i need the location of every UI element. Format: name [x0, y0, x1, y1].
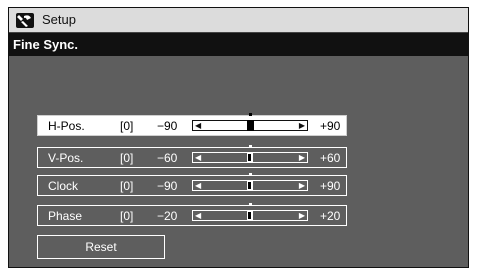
- row-label: Clock: [48, 179, 79, 193]
- setup-window: Setup Fine Sync. H-Pos. [0] −90 ◀ ▶ +90 …: [8, 7, 469, 268]
- phase-slider[interactable]: ◀ ▶: [192, 203, 308, 221]
- row-max: +90: [320, 179, 341, 193]
- clock-slider[interactable]: ◀ ▶: [192, 173, 308, 191]
- row-value: [0]: [120, 209, 134, 223]
- center-marker: [249, 113, 252, 116]
- h-pos-slider[interactable]: ◀ ▶: [192, 113, 308, 131]
- slider-thumb[interactable]: [247, 211, 253, 220]
- row-max: +90: [320, 119, 341, 133]
- window-title: Setup: [42, 12, 76, 27]
- row-label: H-Pos.: [48, 119, 85, 133]
- row-value: [0]: [120, 179, 134, 193]
- row-min: −60: [157, 151, 178, 165]
- row-min: −20: [157, 209, 178, 223]
- row-value: [0]: [120, 119, 134, 133]
- right-arrow-icon: ▶: [298, 211, 305, 220]
- row-max: +60: [320, 151, 341, 165]
- slider-thumb[interactable]: [247, 181, 253, 190]
- left-arrow-icon: ◀: [195, 121, 202, 130]
- row-min: −90: [157, 179, 178, 193]
- slider-thumb[interactable]: [247, 120, 254, 131]
- menu-row-h-pos[interactable]: H-Pos. [0] −90 ◀ ▶ +90: [37, 113, 347, 136]
- right-arrow-icon: ▶: [298, 153, 305, 162]
- center-marker: [249, 203, 252, 206]
- center-marker: [249, 173, 252, 176]
- right-arrow-icon: ▶: [298, 121, 305, 130]
- row-max: +20: [320, 209, 341, 223]
- page-header: Fine Sync.: [9, 33, 468, 56]
- left-arrow-icon: ◀: [195, 181, 202, 190]
- title-bar: Setup: [9, 8, 468, 33]
- page-title: Fine Sync.: [13, 37, 79, 52]
- menu-row-phase[interactable]: Phase [0] −20 ◀ ▶ +20: [37, 203, 347, 226]
- setup-tool-icon: [16, 13, 34, 28]
- slider-thumb[interactable]: [247, 153, 253, 162]
- right-arrow-icon: ▶: [298, 181, 305, 190]
- v-pos-slider[interactable]: ◀ ▶: [192, 145, 308, 163]
- left-arrow-icon: ◀: [195, 211, 202, 220]
- reset-button[interactable]: Reset: [37, 235, 165, 259]
- row-value: [0]: [120, 151, 134, 165]
- row-label: V-Pos.: [48, 151, 84, 165]
- row-label: Phase: [48, 209, 83, 223]
- left-arrow-icon: ◀: [195, 153, 202, 162]
- row-min: −90: [157, 119, 178, 133]
- center-marker: [249, 145, 252, 148]
- menu-row-clock[interactable]: Clock [0] −90 ◀ ▶ +90: [37, 173, 347, 196]
- menu-row-v-pos[interactable]: V-Pos. [0] −60 ◀ ▶ +60: [37, 145, 347, 168]
